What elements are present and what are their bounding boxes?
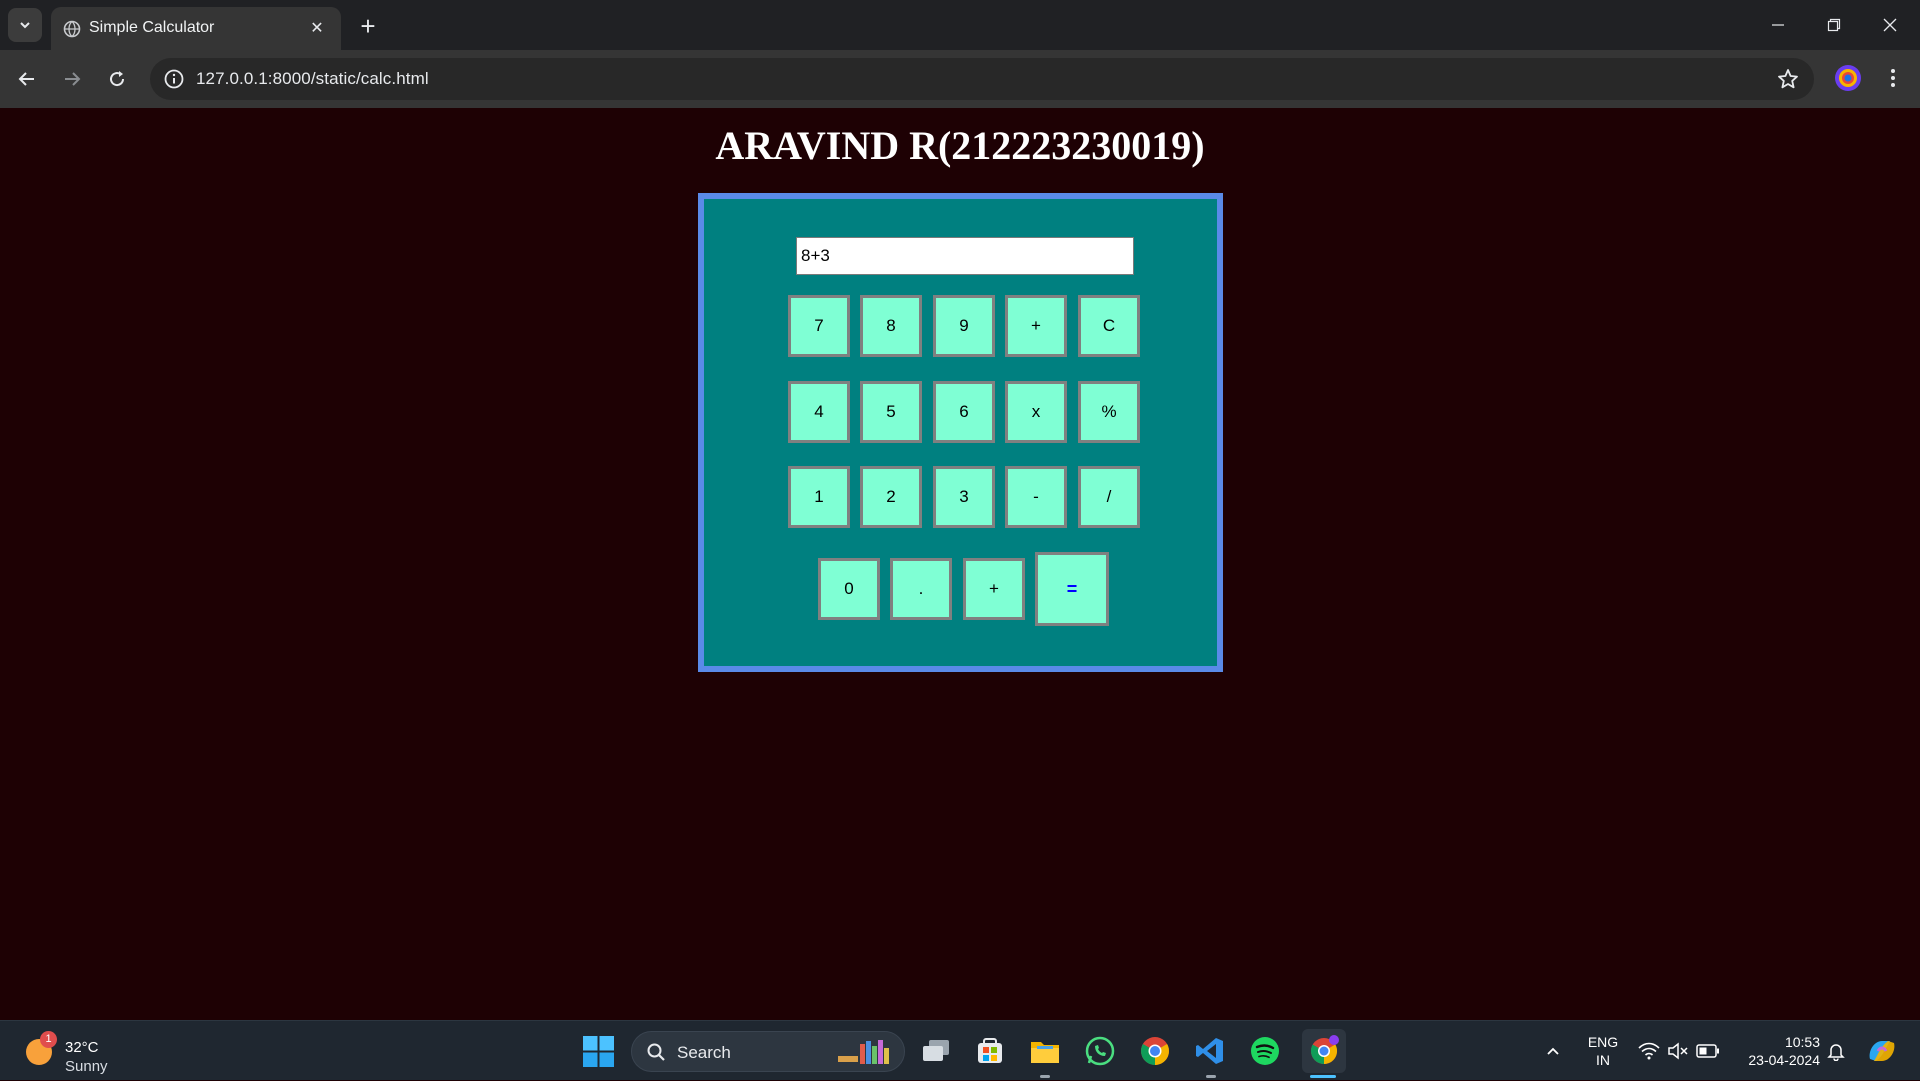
vscode-icon[interactable] (1192, 1033, 1228, 1069)
file-explorer-icon[interactable] (1027, 1033, 1063, 1069)
browser-tab-active[interactable]: Simple Calculator ✕ (51, 7, 341, 50)
key-plus[interactable]: + (1005, 295, 1067, 357)
microsoft-store-icon[interactable] (972, 1033, 1008, 1069)
key-clear[interactable]: C (1078, 295, 1140, 357)
weather-temperature: 32°C (65, 1039, 99, 1056)
key-4[interactable]: 4 (788, 381, 850, 443)
minimize-icon[interactable] (1750, 0, 1806, 50)
calculator-panel: 8+3 7 8 9 + C 4 5 6 x % 1 2 3 - / 0 . + … (698, 193, 1223, 672)
show-hidden-icons-chevron-up-icon[interactable] (1538, 1021, 1568, 1081)
key-3[interactable]: 3 (933, 466, 995, 528)
key-plus-2[interactable]: + (963, 558, 1025, 620)
url-text[interactable]: 127.0.0.1:8000/static/calc.html (196, 69, 429, 89)
system-clock[interactable]: 10:53 23-04-2024 (1730, 1033, 1820, 1069)
lang-line1: ENG (1587, 1034, 1619, 1050)
info-icon[interactable] (162, 67, 186, 91)
search-icon (647, 1043, 665, 1061)
close-window-icon[interactable] (1862, 0, 1918, 50)
clock-time: 10:53 (1784, 1034, 1820, 1050)
key-percent[interactable]: % (1078, 381, 1140, 443)
active-app-indicator (1310, 1075, 1336, 1078)
search-highlight-books-icon (838, 1040, 889, 1064)
key-0[interactable]: 0 (818, 558, 880, 620)
key-multiply[interactable]: x (1005, 381, 1067, 443)
page-heading: ARAVIND R(212223230019) (715, 123, 1205, 168)
clock-date: 23-04-2024 (1748, 1052, 1820, 1068)
key-minus[interactable]: - (1005, 466, 1067, 528)
close-tab-icon[interactable]: ✕ (305, 16, 329, 40)
battery-icon[interactable] (1694, 1021, 1722, 1081)
browser-toolbar: 127.0.0.1:8000/static/calc.html (0, 50, 1920, 108)
back-arrow-icon[interactable] (10, 62, 44, 96)
wifi-icon[interactable] (1636, 1021, 1662, 1081)
windows-start-icon[interactable] (583, 1036, 614, 1067)
chrome-profile-app-icon[interactable] (1302, 1029, 1346, 1073)
weather-widget[interactable]: 1 32°C Sunny (22, 1031, 142, 1075)
chevron-down-icon (20, 22, 30, 29)
new-tab-button[interactable]: + (352, 10, 384, 42)
bookmark-star-icon[interactable] (1776, 67, 1800, 91)
lang-line2: IN (1596, 1052, 1610, 1068)
tab-search-button[interactable] (8, 8, 42, 42)
notifications-bell-icon[interactable] (1823, 1021, 1849, 1081)
browser-tab-bar: Simple Calculator ✕ + (0, 0, 1920, 50)
key-2[interactable]: 2 (860, 466, 922, 528)
key-1[interactable]: 1 (788, 466, 850, 528)
key-8[interactable]: 8 (860, 295, 922, 357)
key-5[interactable]: 5 (860, 381, 922, 443)
forward-arrow-icon[interactable] (55, 62, 89, 96)
copilot-icon[interactable] (1862, 1021, 1902, 1081)
address-bar[interactable]: 127.0.0.1:8000/static/calc.html (150, 58, 1814, 100)
more-menu-icon[interactable] (1878, 63, 1908, 93)
language-indicator[interactable]: ENG IN (1583, 1033, 1623, 1069)
task-view-icon[interactable] (918, 1033, 954, 1069)
windows-taskbar: 1 32°C Sunny Search ENG IN 10:53 23-04-2… (0, 1020, 1920, 1080)
globe-icon (63, 20, 81, 38)
tab-title: Simple Calculator (89, 19, 215, 36)
key-equals[interactable]: = (1035, 552, 1109, 626)
key-9[interactable]: 9 (933, 295, 995, 357)
key-6[interactable]: 6 (933, 381, 995, 443)
taskbar-search[interactable]: Search (631, 1031, 905, 1072)
key-divide[interactable]: / (1078, 466, 1140, 528)
search-label: Search (677, 1043, 731, 1062)
spotify-icon[interactable] (1247, 1033, 1283, 1069)
profile-avatar-icon[interactable] (1833, 63, 1863, 93)
file-explorer-indicator (1040, 1075, 1050, 1078)
vscode-indicator (1206, 1075, 1216, 1078)
page-content: ARAVIND R(212223230019) 8+3 7 8 9 + C 4 … (0, 108, 1920, 1020)
calculator-display[interactable]: 8+3 (796, 237, 1134, 275)
notification-badge: 1 (40, 1031, 57, 1048)
weather-condition: Sunny (65, 1058, 108, 1075)
key-decimal[interactable]: . (890, 558, 952, 620)
reload-icon[interactable] (100, 62, 134, 96)
restore-icon[interactable] (1806, 0, 1862, 50)
key-7[interactable]: 7 (788, 295, 850, 357)
chrome-icon[interactable] (1137, 1033, 1173, 1069)
whatsapp-icon[interactable] (1082, 1033, 1118, 1069)
volume-muted-icon[interactable] (1665, 1021, 1691, 1081)
